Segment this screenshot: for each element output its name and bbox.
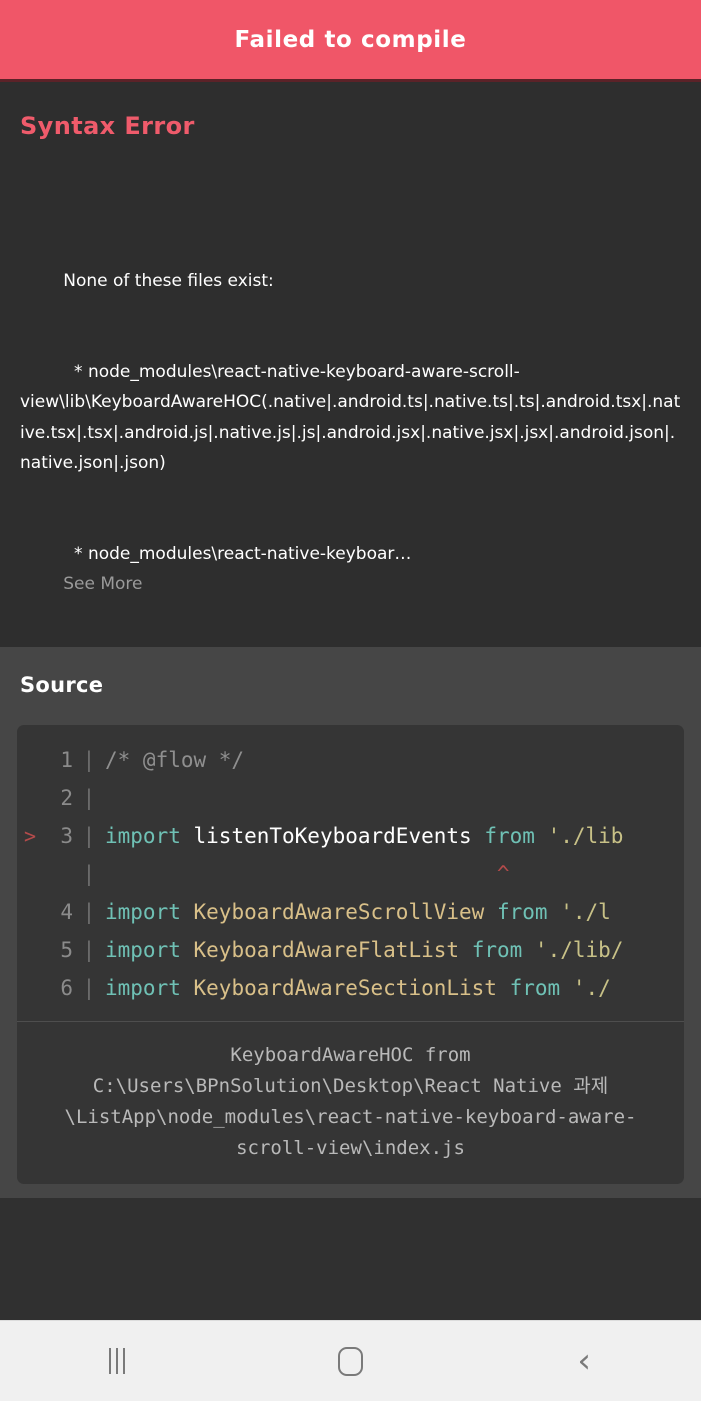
code-line-list[interactable]: 1 |/* @flow */2 | >3 | import listenToKeyboar… <box>17 725 684 1021</box>
syntax-error-title: Syntax Error <box>20 112 195 140</box>
home-icon <box>337 1346 363 1376</box>
recent-apps-icon <box>108 1348 125 1374</box>
code-token-kw: import <box>105 976 181 1001</box>
code-line-text: /* @flow */ <box>105 741 684 779</box>
code-line-text: ^ <box>105 862 510 887</box>
android-navigation-bar: ‹ <box>0 1320 701 1401</box>
home-button[interactable] <box>295 1331 405 1391</box>
code-token-kw: from <box>496 900 548 925</box>
code-token-name: KeyboardAwareScrollView <box>193 900 485 925</box>
code-line-number: 2 <box>60 786 73 811</box>
app-screen: Failed to compile Syntax Error None of t… <box>0 0 701 1401</box>
see-more-link[interactable]: See More <box>63 574 142 594</box>
code-gutter-divider: | <box>82 938 96 963</box>
code-token-str: './lib/ <box>534 938 624 963</box>
code-token-cmt: /* @flow */ <box>105 748 245 773</box>
code-line-text: import KeyboardAwareSectionList from './ <box>105 969 684 1007</box>
error-overlay-body[interactable]: Syntax Error None of these files exist: … <box>0 82 701 1320</box>
error-line-marker-icon: > <box>23 824 37 849</box>
code-line-number: 4 <box>60 900 73 925</box>
back-button[interactable]: ‹ <box>529 1331 639 1391</box>
failed-to-compile-banner: Failed to compile <box>0 0 701 82</box>
code-token-ident: listenToKeyboardEvents <box>193 824 472 849</box>
code-gutter-divider: | <box>82 786 96 811</box>
recent-apps-button[interactable] <box>62 1331 172 1391</box>
error-message-text: None of these files exist: * node_module… <box>20 236 681 629</box>
code-token-kw: from <box>509 976 561 1001</box>
code-line-row: >3 | import listenToKeyboardEvents from '.… <box>17 817 684 855</box>
error-bullet-1: * node_modules\react-native-keyboard-awa… <box>20 362 681 473</box>
code-line-number: 3 <box>60 824 73 849</box>
error-intro-line: None of these files exist: <box>63 271 274 292</box>
error-bullet-2: * node_modules\react-native-keyboar… <box>63 543 412 564</box>
overlay-filler <box>0 1198 701 1320</box>
code-line-row: 5 | import KeyboardAwareFlatList from './l… <box>17 931 684 969</box>
code-token-kw: from <box>484 824 535 849</box>
code-line-number: 6 <box>60 976 73 1001</box>
code-gutter-divider: | <box>82 748 96 773</box>
code-gutter-divider: | <box>82 976 96 1001</box>
code-gutter-divider: | <box>82 824 96 849</box>
source-heading: Source <box>20 673 104 698</box>
error-message-section: Syntax Error None of these files exist: … <box>0 82 701 648</box>
code-token-name: KeyboardAwareSectionList <box>193 976 497 1001</box>
code-token-name: KeyboardAwareFlatList <box>193 938 460 963</box>
code-line-row: 4 | import KeyboardAwareScrollView from '.… <box>17 893 684 931</box>
code-token-kw: import <box>105 900 181 925</box>
failed-to-compile-title: Failed to compile <box>234 26 467 53</box>
code-line-row: 1 | /* @flow */ <box>17 741 684 779</box>
code-line-row: 6 | import KeyboardAwareSectionList from '… <box>17 969 684 1007</box>
source-section: Source 1 |/* @flow */2 | >3 | import listenTo… <box>0 647 701 1198</box>
code-token-str: './l <box>560 900 611 925</box>
code-line-row: 2 | <box>17 779 684 817</box>
code-token-kw: from <box>471 938 523 963</box>
code-line-number: 5 <box>60 938 73 963</box>
code-frame: 1 |/* @flow */2 | >3 | import listenToKeyboar… <box>17 725 684 1185</box>
code-token-kw: import <box>105 938 181 963</box>
code-line-number: 1 <box>60 748 73 773</box>
code-gutter-divider: | <box>82 900 96 925</box>
code-token-str: './lib <box>547 824 624 849</box>
code-line-text: import listenToKeyboardEvents from './li… <box>105 817 684 855</box>
code-token-kw: import <box>105 824 181 849</box>
code-gutter-divider: | <box>82 862 96 887</box>
code-line-text: import KeyboardAwareFlatList from './lib… <box>105 931 684 969</box>
code-token-str: './ <box>572 976 611 1001</box>
code-line-text: import KeyboardAwareScrollView from './l <box>105 893 684 931</box>
code-caret-row: | ^ <box>17 855 684 893</box>
code-footer-path: KeyboardAwareHOC from C:\Users\BPnSoluti… <box>17 1021 684 1184</box>
back-chevron-icon: ‹ <box>577 1341 591 1381</box>
